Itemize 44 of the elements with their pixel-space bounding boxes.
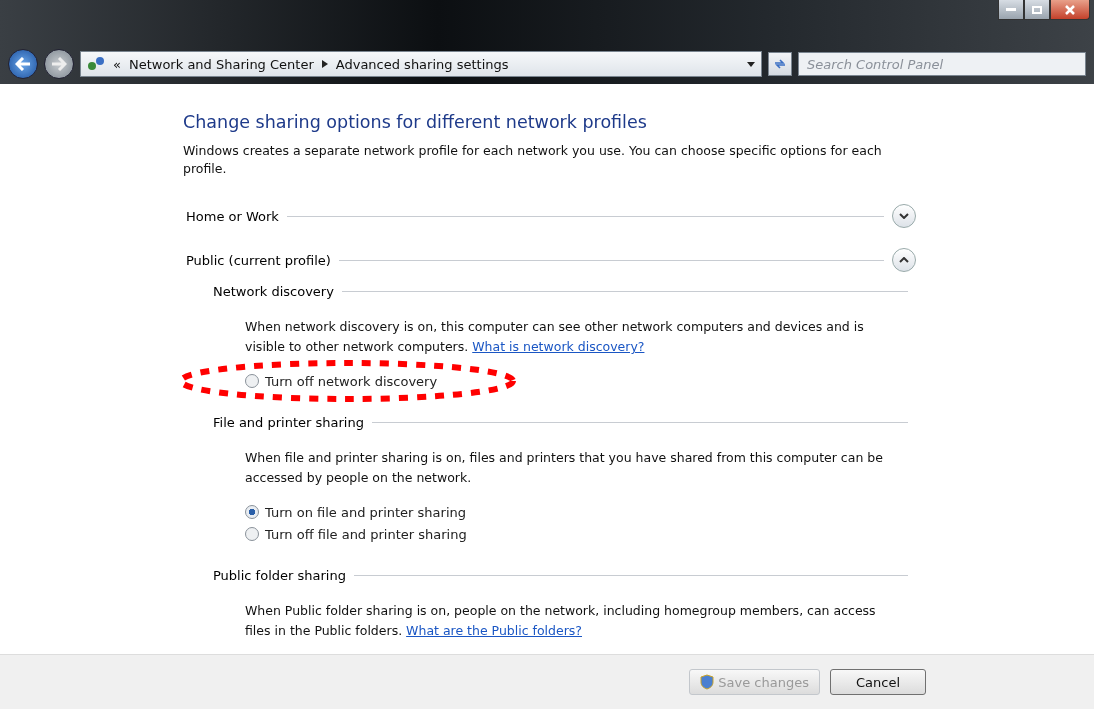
refresh-icon: [773, 58, 787, 70]
section-description: When file and printer sharing is on, files and printers that you have shared from this computer can be accessed by people on the network.: [245, 449, 884, 487]
chevron-icon: [899, 213, 909, 219]
network-icon: [87, 56, 105, 72]
section-description: When network discovery is on, this computer can see other network computers and devices and is visible to other network computers. What is network discovery?: [245, 318, 865, 356]
close-button[interactable]: [1050, 0, 1090, 20]
section-description: When Public folder sharing is on, people on the network, including homegroup members, can access files in the Public folders. What are the Public folders?: [245, 602, 877, 640]
radio-button[interactable]: [245, 505, 259, 519]
forward-button[interactable]: [44, 49, 74, 79]
breadcrumb-item[interactable]: Network and Sharing Center: [128, 56, 314, 72]
overflow-chevron[interactable]: «: [113, 56, 121, 72]
separator-arrow-icon: [321, 60, 328, 68]
arrow-right-icon: [51, 57, 67, 71]
help-link[interactable]: What is network discovery?: [472, 339, 645, 354]
maximize-button[interactable]: [1024, 0, 1050, 20]
expand-button[interactable]: [892, 204, 916, 228]
back-button[interactable]: [8, 49, 38, 79]
section-header: Network discovery: [213, 284, 334, 299]
chevron-icon: [899, 257, 909, 263]
search-field[interactable]: Search Control Panel: [798, 52, 1086, 76]
address-bar[interactable]: « Network and Sharing Center Advanced sharing settings: [80, 51, 762, 77]
section-header: File and printer sharing: [213, 415, 364, 430]
help-link[interactable]: What are the Public folders?: [406, 623, 582, 638]
refresh-button[interactable]: [768, 52, 792, 76]
breadcrumb-item[interactable]: Advanced sharing settings: [335, 56, 509, 72]
arrow-left-icon: [15, 57, 31, 71]
minimize-icon: [1006, 7, 1016, 12]
close-icon: [1065, 4, 1075, 15]
dropdown-icon[interactable]: [747, 61, 755, 67]
intro-text: Windows creates a separate network profile for each network you use. You can choose specific options for each profile.: [183, 142, 883, 178]
section-header: Public folder sharing: [213, 568, 346, 583]
minimize-button[interactable]: [998, 0, 1024, 20]
radio-label[interactable]: Turn off file and printer sharing: [265, 526, 467, 542]
profile-header[interactable]: Public (current profile): [186, 252, 331, 268]
radio-label[interactable]: Turn on file and printer sharing: [265, 504, 466, 520]
cancel-button[interactable]: Cancel: [830, 669, 926, 695]
page-heading: Change sharing options for different network profiles: [183, 112, 648, 132]
maximize-icon: [1032, 5, 1042, 14]
shield-icon: [700, 674, 715, 690]
radio-button[interactable]: [245, 527, 259, 541]
radio-label[interactable]: Turn off network discovery: [265, 373, 438, 389]
radio-button[interactable]: [245, 374, 259, 388]
collapse-button[interactable]: [892, 248, 916, 272]
profile-header[interactable]: Home or Work: [186, 208, 279, 224]
